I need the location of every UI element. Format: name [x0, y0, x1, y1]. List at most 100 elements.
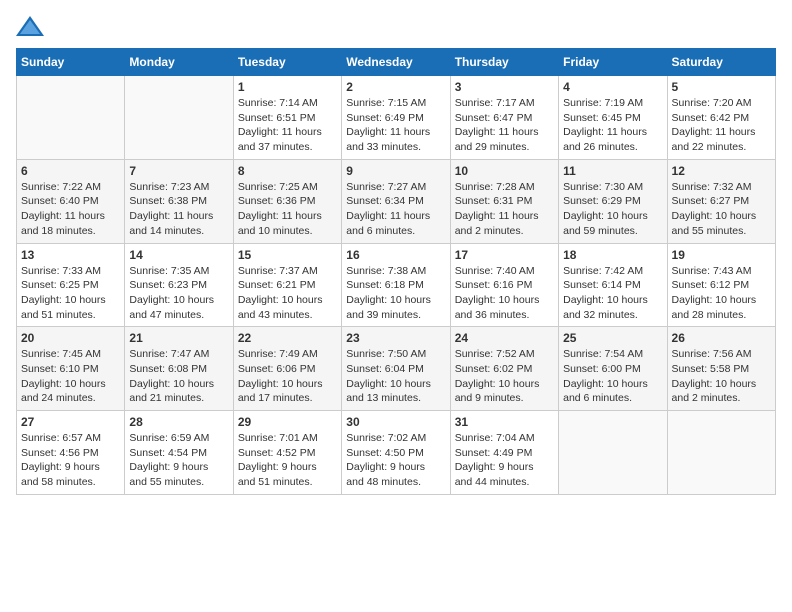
calendar-cell: 28 Sunrise: 6:59 AMSunset: 4:54 PMDayligh… [125, 411, 233, 495]
day-number: 12 [672, 164, 771, 178]
day-info: Sunrise: 7:22 AMSunset: 6:40 PMDaylight:… [21, 180, 120, 239]
calendar-cell: 27 Sunrise: 6:57 AMSunset: 4:56 PMDayligh… [17, 411, 125, 495]
day-info: Sunrise: 7:47 AMSunset: 6:08 PMDaylight:… [129, 347, 228, 406]
calendar-cell: 23 Sunrise: 7:50 AMSunset: 6:04 PMDayligh… [342, 327, 450, 411]
day-info: Sunrise: 7:56 AMSunset: 5:58 PMDaylight:… [672, 347, 771, 406]
day-number: 27 [21, 415, 120, 429]
calendar-cell: 10Sunrise: 7:28 AMSunset: 6:31 PMDayligh… [450, 159, 558, 243]
calendar-cell: 13Sunrise: 7:33 AMSunset: 6:25 PMDayligh… [17, 243, 125, 327]
day-info: Sunrise: 7:17 AMSunset: 6:47 PMDaylight:… [455, 96, 554, 155]
calendar-cell: 7Sunrise: 7:23 AMSunset: 6:38 PMDaylight… [125, 159, 233, 243]
calendar-cell: 30 Sunrise: 7:02 AMSunset: 4:50 PMDayligh… [342, 411, 450, 495]
day-info: Sunrise: 7:38 AMSunset: 6:18 PMDaylight:… [346, 264, 445, 323]
day-number: 25 [563, 331, 662, 345]
day-number: 26 [672, 331, 771, 345]
day-info: Sunrise: 7:42 AMSunset: 6:14 PMDaylight:… [563, 264, 662, 323]
day-info: Sunrise: 7:45 AMSunset: 6:10 PMDaylight:… [21, 347, 120, 406]
calendar-cell: 17 Sunrise: 7:40 AMSunset: 6:16 PMDayligh… [450, 243, 558, 327]
weekday-header-friday: Friday [559, 49, 667, 76]
calendar-week-4: 20 Sunrise: 7:45 AMSunset: 6:10 PMDayligh… [17, 327, 776, 411]
day-info: Sunrise: 7:20 AMSunset: 6:42 PMDaylight:… [672, 96, 771, 155]
calendar-cell: 25 Sunrise: 7:54 AMSunset: 6:00 PMDayligh… [559, 327, 667, 411]
calendar-cell [125, 76, 233, 160]
calendar-cell: 18 Sunrise: 7:42 AMSunset: 6:14 PMDayligh… [559, 243, 667, 327]
day-number: 13 [21, 248, 120, 262]
day-info: Sunrise: 7:40 AMSunset: 6:16 PMDaylight:… [455, 264, 554, 323]
calendar-cell: 21 Sunrise: 7:47 AMSunset: 6:08 PMDayligh… [125, 327, 233, 411]
day-info: Sunrise: 7:50 AMSunset: 6:04 PMDaylight:… [346, 347, 445, 406]
day-info: Sunrise: 7:43 AMSunset: 6:12 PMDaylight:… [672, 264, 771, 323]
day-number: 14 [129, 248, 228, 262]
calendar-cell [559, 411, 667, 495]
weekday-header-thursday: Thursday [450, 49, 558, 76]
calendar-cell: 14 Sunrise: 7:35 AMSunset: 6:23 PMDayligh… [125, 243, 233, 327]
day-number: 20 [21, 331, 120, 345]
calendar-cell: 4 Sunrise: 7:19 AMSunset: 6:45 PMDaylight… [559, 76, 667, 160]
calendar-cell: 22 Sunrise: 7:49 AMSunset: 6:06 PMDayligh… [233, 327, 341, 411]
weekday-header-sunday: Sunday [17, 49, 125, 76]
day-number: 9 [346, 164, 445, 178]
day-number: 2 [346, 80, 445, 94]
calendar-cell: 29 Sunrise: 7:01 AMSunset: 4:52 PMDayligh… [233, 411, 341, 495]
day-info: Sunrise: 7:23 AMSunset: 6:38 PMDaylight:… [129, 180, 228, 239]
day-number: 28 [129, 415, 228, 429]
calendar-cell: 12 Sunrise: 7:32 AMSunset: 6:27 PMDayligh… [667, 159, 775, 243]
day-info: Sunrise: 7:02 AMSunset: 4:50 PMDaylight:… [346, 431, 445, 490]
day-info: Sunrise: 7:30 AMSunset: 6:29 PMDaylight:… [563, 180, 662, 239]
day-number: 31 [455, 415, 554, 429]
calendar-cell: 3Sunrise: 7:17 AMSunset: 6:47 PMDaylight… [450, 76, 558, 160]
day-info: Sunrise: 7:28 AMSunset: 6:31 PMDaylight:… [455, 180, 554, 239]
calendar-cell: 2 Sunrise: 7:15 AMSunset: 6:49 PMDaylight… [342, 76, 450, 160]
day-number: 18 [563, 248, 662, 262]
day-info: Sunrise: 7:49 AMSunset: 6:06 PMDaylight:… [238, 347, 337, 406]
day-info: Sunrise: 7:19 AMSunset: 6:45 PMDaylight:… [563, 96, 662, 155]
day-number: 4 [563, 80, 662, 94]
day-info: Sunrise: 7:14 AMSunset: 6:51 PMDaylight:… [238, 96, 337, 155]
weekday-header-saturday: Saturday [667, 49, 775, 76]
day-info: Sunrise: 6:59 AMSunset: 4:54 PMDaylight:… [129, 431, 228, 490]
day-info: Sunrise: 7:27 AMSunset: 6:34 PMDaylight:… [346, 180, 445, 239]
calendar-cell: 26 Sunrise: 7:56 AMSunset: 5:58 PMDayligh… [667, 327, 775, 411]
day-number: 6 [21, 164, 120, 178]
calendar-week-2: 6 Sunrise: 7:22 AMSunset: 6:40 PMDaylight… [17, 159, 776, 243]
day-info: Sunrise: 7:01 AMSunset: 4:52 PMDaylight:… [238, 431, 337, 490]
day-number: 17 [455, 248, 554, 262]
calendar-cell: 15 Sunrise: 7:37 AMSunset: 6:21 PMDayligh… [233, 243, 341, 327]
day-number: 22 [238, 331, 337, 345]
day-number: 15 [238, 248, 337, 262]
weekday-header-monday: Monday [125, 49, 233, 76]
day-number: 21 [129, 331, 228, 345]
day-info: Sunrise: 6:57 AMSunset: 4:56 PMDaylight:… [21, 431, 120, 490]
weekday-header-tuesday: Tuesday [233, 49, 341, 76]
calendar-cell: 24Sunrise: 7:52 AMSunset: 6:02 PMDayligh… [450, 327, 558, 411]
day-info: Sunrise: 7:54 AMSunset: 6:00 PMDaylight:… [563, 347, 662, 406]
calendar-cell: 11 Sunrise: 7:30 AMSunset: 6:29 PMDayligh… [559, 159, 667, 243]
logo-icon [16, 16, 44, 36]
calendar-cell: 19 Sunrise: 7:43 AMSunset: 6:12 PMDayligh… [667, 243, 775, 327]
calendar-cell: 8Sunrise: 7:25 AMSunset: 6:36 PMDaylight… [233, 159, 341, 243]
calendar-cell: 6 Sunrise: 7:22 AMSunset: 6:40 PMDaylight… [17, 159, 125, 243]
calendar-cell [667, 411, 775, 495]
day-info: Sunrise: 7:15 AMSunset: 6:49 PMDaylight:… [346, 96, 445, 155]
day-number: 29 [238, 415, 337, 429]
calendar-week-1: 1Sunrise: 7:14 AMSunset: 6:51 PMDaylight… [17, 76, 776, 160]
day-number: 16 [346, 248, 445, 262]
day-info: Sunrise: 7:04 AMSunset: 4:49 PMDaylight:… [455, 431, 554, 490]
calendar-cell: 20 Sunrise: 7:45 AMSunset: 6:10 PMDayligh… [17, 327, 125, 411]
day-info: Sunrise: 7:52 AMSunset: 6:02 PMDaylight:… [455, 347, 554, 406]
day-number: 5 [672, 80, 771, 94]
day-number: 19 [672, 248, 771, 262]
day-info: Sunrise: 7:35 AMSunset: 6:23 PMDaylight:… [129, 264, 228, 323]
day-number: 30 [346, 415, 445, 429]
day-info: Sunrise: 7:32 AMSunset: 6:27 PMDaylight:… [672, 180, 771, 239]
day-info: Sunrise: 7:37 AMSunset: 6:21 PMDaylight:… [238, 264, 337, 323]
calendar-week-5: 27 Sunrise: 6:57 AMSunset: 4:56 PMDayligh… [17, 411, 776, 495]
logo [16, 16, 48, 36]
day-number: 23 [346, 331, 445, 345]
weekday-header-wednesday: Wednesday [342, 49, 450, 76]
calendar-cell: 5 Sunrise: 7:20 AMSunset: 6:42 PMDaylight… [667, 76, 775, 160]
day-number: 11 [563, 164, 662, 178]
calendar-cell: 9 Sunrise: 7:27 AMSunset: 6:34 PMDaylight… [342, 159, 450, 243]
calendar-cell: 16 Sunrise: 7:38 AMSunset: 6:18 PMDayligh… [342, 243, 450, 327]
day-info: Sunrise: 7:25 AMSunset: 6:36 PMDaylight:… [238, 180, 337, 239]
